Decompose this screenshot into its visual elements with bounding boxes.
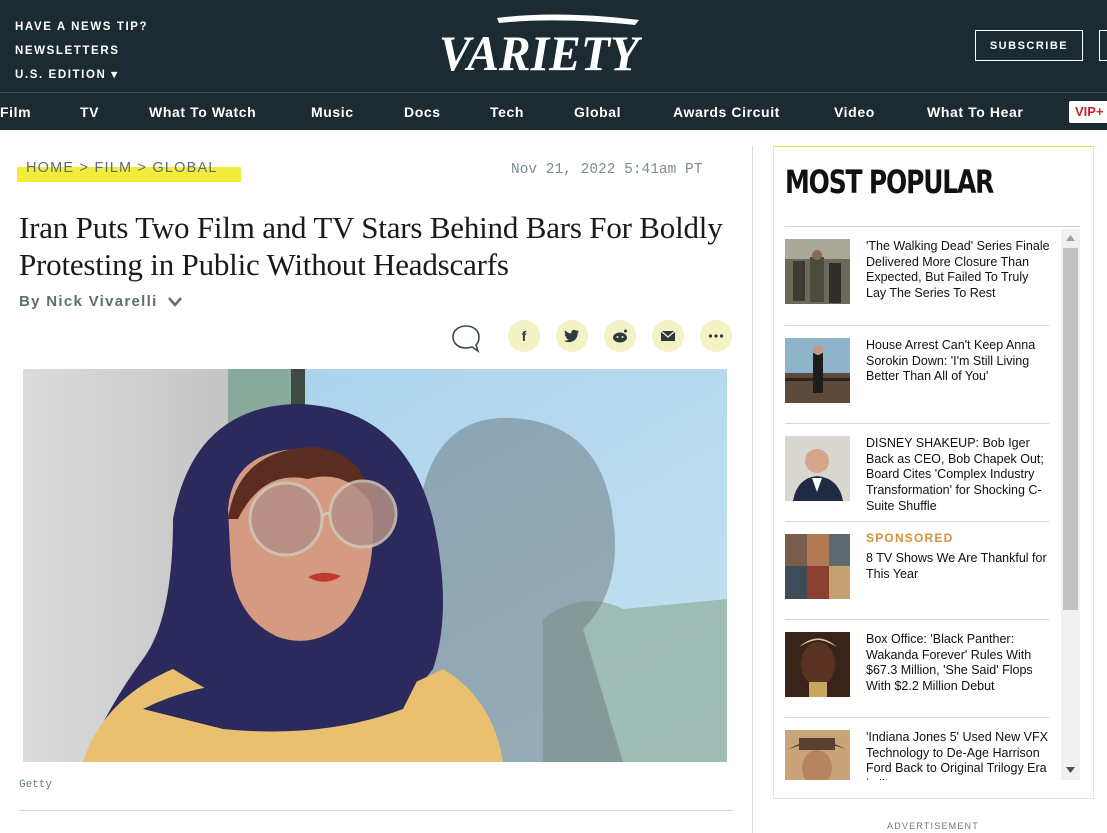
search-button[interactable] — [1099, 30, 1107, 61]
news-tip-link[interactable]: HAVE A NEWS TIP? — [15, 15, 148, 39]
image-caption: Getty — [19, 779, 53, 791]
nav-item-docs[interactable]: Docs — [404, 104, 441, 120]
nav-item-tech[interactable]: Tech — [490, 104, 524, 120]
nav-item-what-to-hear[interactable]: What To Hear — [927, 104, 1023, 120]
item-headline[interactable]: 8 TV Shows We Are Thankful for This Year — [866, 551, 1050, 582]
twitter-icon[interactable] — [556, 320, 588, 352]
scroll-down-arrow-icon[interactable] — [1061, 761, 1080, 778]
item-divider — [785, 423, 1049, 424]
item-divider — [785, 521, 1049, 522]
article-divider — [19, 810, 733, 811]
thumbnail-walking-dead — [785, 239, 850, 304]
scrollbar-thumb[interactable] — [1063, 248, 1078, 610]
top-header: HAVE A NEWS TIP? NEWSLETTERS U.S. EDITIO… — [0, 0, 1107, 92]
item-divider — [785, 325, 1049, 326]
thumbnail-black-panther — [785, 632, 850, 697]
sponsored-label: SPONSORED — [866, 531, 954, 545]
article-hero-image — [23, 369, 727, 762]
item-headline[interactable]: 'Indiana Jones 5' Used New VFX Technolog… — [866, 730, 1050, 780]
article-headline: Iran Puts Two Film and TV Stars Behind B… — [19, 210, 723, 282]
item-headline[interactable]: 'The Walking Dead' Series Finale Deliver… — [866, 239, 1050, 302]
byline-prefix: By — [19, 293, 41, 310]
variety-logo[interactable]: VARIETY — [437, 12, 642, 78]
edition-selector[interactable]: U.S. EDITION ▾ — [15, 63, 148, 87]
item-headline[interactable]: Box Office: 'Black Panther: Wakanda Fore… — [866, 632, 1050, 695]
nav-item-music[interactable]: Music — [311, 104, 354, 120]
chevron-down-icon[interactable] — [167, 296, 183, 308]
nav-item-video[interactable]: Video — [834, 104, 875, 120]
breadcrumb: HOME > FILM > GLOBAL — [26, 160, 218, 176]
most-popular-title: MOST POPULAR — [785, 163, 994, 201]
thumbnail-tv-shows — [785, 534, 850, 599]
item-headline[interactable]: House Arrest Can't Keep Anna Sorokin Dow… — [866, 338, 1050, 385]
item-divider — [785, 619, 1049, 620]
newsletters-link[interactable]: NEWSLETTERS — [15, 39, 148, 63]
reddit-icon[interactable] — [604, 320, 636, 352]
scroll-up-arrow-icon[interactable] — [1061, 229, 1080, 246]
comment-icon[interactable] — [450, 322, 482, 354]
more-icon[interactable] — [700, 320, 732, 352]
header-links: HAVE A NEWS TIP? NEWSLETTERS U.S. EDITIO… — [15, 15, 148, 87]
sidebar-scrollbar[interactable] — [1061, 229, 1080, 780]
author-link[interactable]: Nick Vivarelli — [46, 293, 157, 310]
nav-item-film[interactable]: Film — [0, 104, 31, 120]
advertisement-label: ADVERTISEMENT — [887, 821, 979, 831]
subscribe-button[interactable]: SUBSCRIBE — [975, 30, 1083, 61]
logo-text: VARIETY — [439, 25, 642, 78]
nav-item-tv[interactable]: TV — [80, 104, 99, 120]
breadcrumb-separator: > — [79, 160, 90, 176]
nav-item-global[interactable]: Global — [574, 104, 621, 120]
most-popular-list[interactable]: 'The Walking Dead' Series Finale Deliver… — [785, 227, 1060, 780]
thumbnail-sorokin — [785, 338, 850, 403]
nav-item-awards-circuit[interactable]: Awards Circuit — [673, 104, 780, 120]
main-nav: Film TV What To Watch Music Docs Tech Gl… — [0, 92, 1107, 130]
breadcrumb-home[interactable]: HOME — [26, 160, 74, 176]
item-headline[interactable]: DISNEY SHAKEUP: Bob Iger Back as CEO, Bo… — [866, 436, 1050, 515]
thumbnail-indiana-jones — [785, 730, 850, 780]
breadcrumb-separator: > — [137, 160, 148, 176]
item-divider — [785, 717, 1049, 718]
breadcrumb-film[interactable]: FILM — [94, 160, 132, 176]
thumbnail-bob-iger — [785, 436, 850, 501]
breadcrumb-global[interactable]: GLOBAL — [152, 160, 217, 176]
column-divider — [752, 146, 753, 833]
byline: By Nick Vivarelli — [19, 293, 183, 310]
email-icon[interactable] — [652, 320, 684, 352]
facebook-icon[interactable]: f — [508, 320, 540, 352]
vip-button[interactable]: VIP+ — [1069, 101, 1107, 123]
publish-date: Nov 21, 2022 5:41am PT — [511, 162, 703, 178]
nav-item-what-to-watch[interactable]: What To Watch — [149, 104, 256, 120]
